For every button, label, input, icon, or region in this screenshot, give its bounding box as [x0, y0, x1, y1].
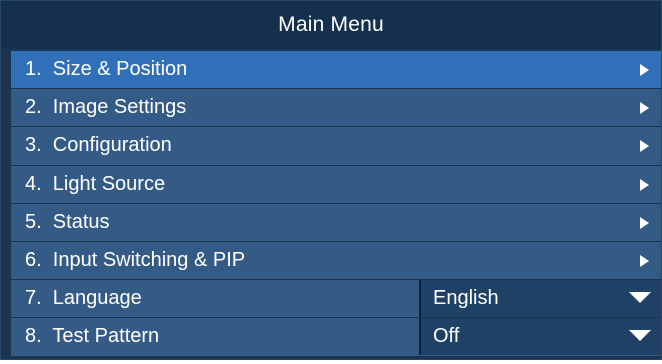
language-dropdown-value: English	[433, 287, 499, 310]
test-pattern-dropdown-value: Off	[433, 325, 460, 348]
menu-item-label: 1. Size & Position	[25, 58, 188, 80]
menu-item-label: 2. Image Settings	[25, 96, 187, 119]
menu-item-label: 8. Test Pattern	[25, 325, 160, 348]
right-arrow-icon	[640, 64, 649, 76]
menu-item-status[interactable]: 5. Status	[11, 203, 661, 242]
right-arrow-icon	[640, 140, 649, 153]
menu-item-light-source[interactable]: 4. Light Source	[11, 165, 661, 204]
menu-item-test-pattern[interactable]: 8. Test Pattern Off	[11, 318, 661, 357]
right-arrow-icon	[640, 102, 649, 115]
menu-item-configuration[interactable]: 3. Configuration	[11, 127, 661, 166]
menu-item-label: 7. Language	[25, 287, 142, 310]
menu-title: Main Menu	[1, 1, 661, 49]
right-arrow-icon	[640, 254, 649, 267]
menu-item-label: 6. Input Switching & PIP	[25, 248, 246, 271]
main-menu-panel: Main Menu 1. Size & Position 2. Image Se…	[0, 0, 662, 360]
menu-list: 1. Size & Position 2. Image Settings 3. …	[11, 51, 661, 357]
right-arrow-icon	[640, 216, 649, 229]
language-dropdown[interactable]: English	[419, 280, 661, 318]
menu-item-label: 5. Status	[25, 210, 110, 233]
menu-item-input-switching-pip[interactable]: 6. Input Switching & PIP	[11, 241, 661, 281]
menu-item-size-position[interactable]: 1. Size & Position	[11, 51, 661, 90]
menu-item-label: 3. Configuration	[25, 134, 172, 157]
dropdown-caret-icon	[629, 330, 651, 342]
test-pattern-dropdown[interactable]: Off	[419, 318, 661, 356]
menu-item-image-settings[interactable]: 2. Image Settings	[11, 89, 661, 128]
right-arrow-icon	[640, 178, 649, 191]
dropdown-caret-icon	[629, 292, 651, 304]
menu-item-language[interactable]: 7. Language English	[11, 280, 661, 319]
menu-item-label: 4. Light Source	[25, 172, 166, 195]
